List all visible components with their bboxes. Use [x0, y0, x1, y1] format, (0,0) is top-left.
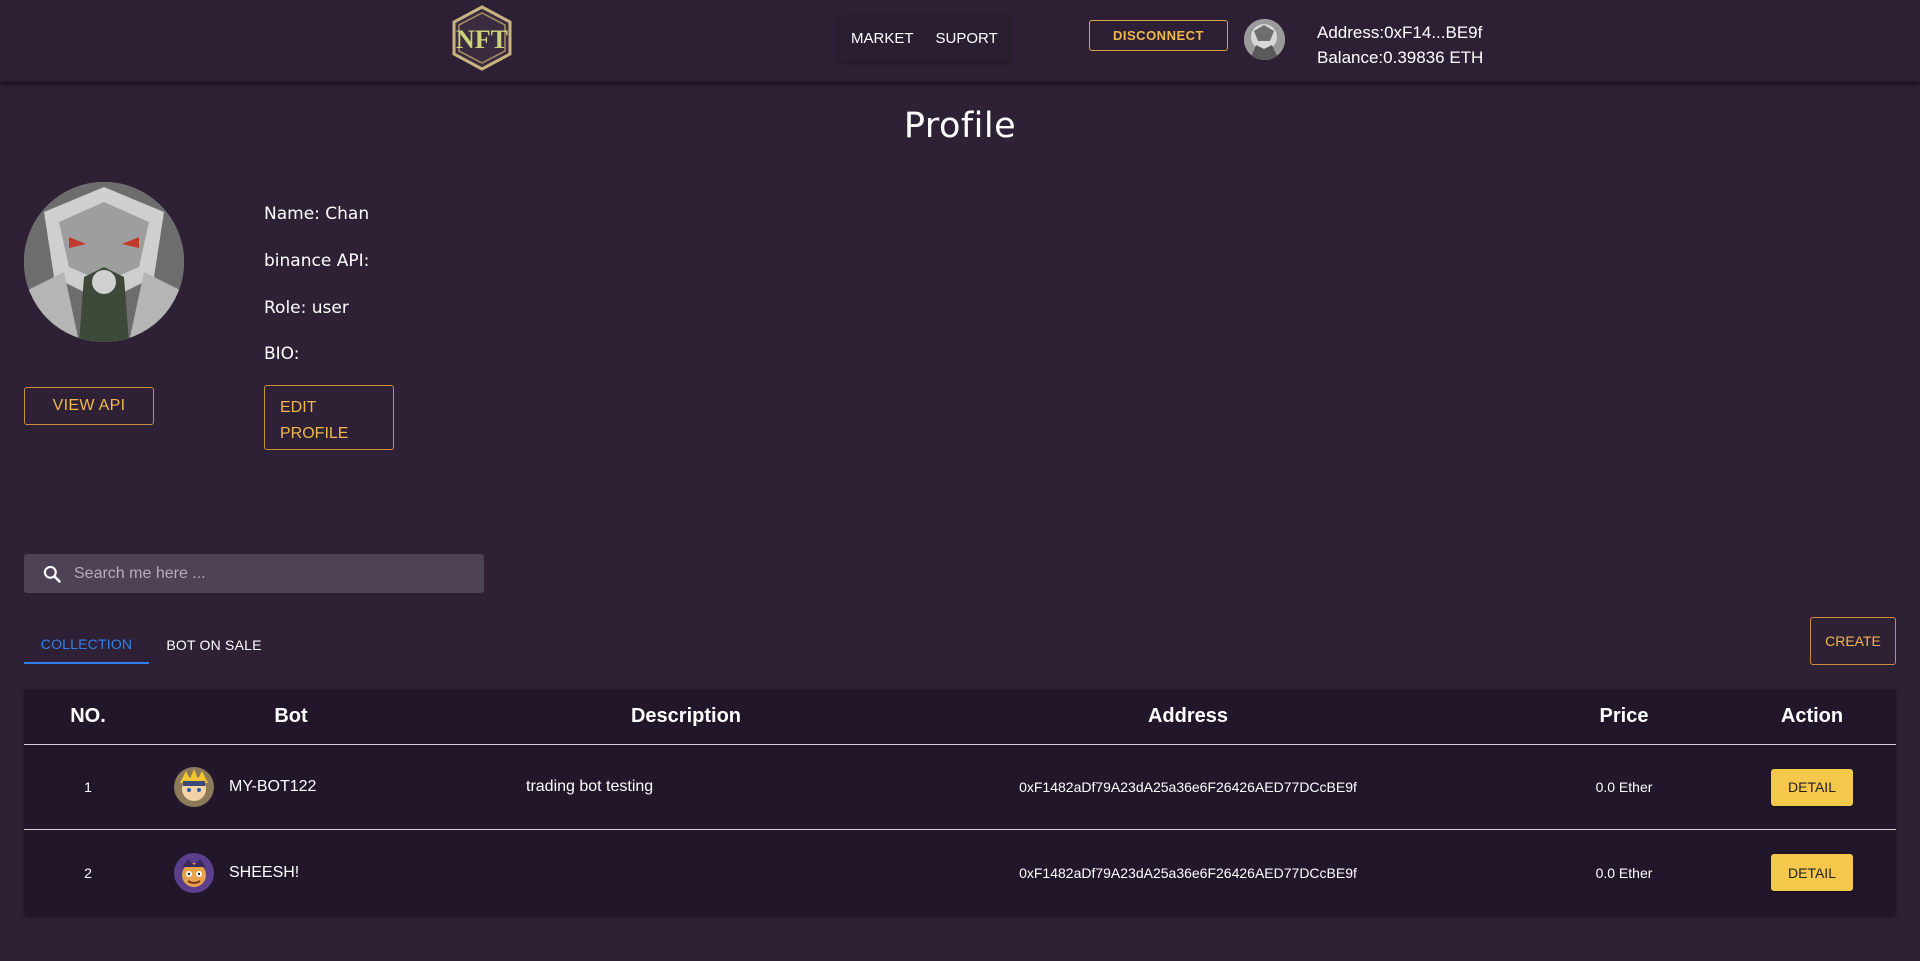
bot-description: [526, 830, 926, 915]
wallet-avatar[interactable]: [1244, 19, 1285, 60]
action-cell: DETAIL: [1728, 830, 1896, 915]
wallet-address: Address:0xF14...BE9f: [1317, 23, 1483, 42]
tab-collection[interactable]: COLLECTION: [24, 626, 149, 664]
col-header-bot: Bot: [274, 705, 308, 727]
bot-price: 0.0 Ether: [1595, 779, 1653, 795]
bot-name[interactable]: MY-BOT122: [229, 778, 316, 796]
row-number: 2: [84, 864, 92, 881]
wallet-balance: Balance:0.39836 ETH: [1317, 48, 1484, 67]
bot-avatar: [174, 767, 214, 807]
top-navbar: NFT MARKET SUPORT DISCONNECT Address:0xF…: [0, 0, 1920, 82]
bot-description: trading bot testing: [526, 778, 654, 795]
page-title: Profile: [903, 106, 1017, 146]
disconnect-button[interactable]: DISCONNECT: [1089, 20, 1228, 51]
nav-market[interactable]: MARKET: [840, 16, 925, 62]
main-nav: MARKET SUPORT: [840, 16, 1009, 62]
profile-bio: BIO:: [264, 344, 300, 364]
profile-avatar: [24, 182, 184, 342]
bot-address: 0xF1482aDf79A23dA25a36e6F26426AED77DCcBE…: [1019, 864, 1357, 881]
bots-table: NO. Bot Description Address Price Action…: [24, 689, 1896, 915]
bot-address: 0xF1482aDf79A23dA25a36e6F26426AED77DCcBE…: [1019, 779, 1357, 795]
row-number: 1: [84, 779, 92, 795]
detail-button[interactable]: DETAIL: [1771, 768, 1853, 806]
search-bar: [24, 554, 484, 593]
col-header-price: Price: [1599, 705, 1649, 727]
search-input[interactable]: [72, 563, 456, 584]
view-api-button[interactable]: VIEW API: [24, 387, 154, 425]
action-cell: DETAIL: [1728, 745, 1896, 829]
bot-cell: MY-BOT122: [174, 745, 474, 829]
wallet-info: Address:0xF14...BE9f Balance:0.39836 ETH: [1317, 20, 1483, 70]
bot-name[interactable]: SHEESH!: [229, 864, 299, 882]
profile-name: Name: Chan: [264, 204, 370, 224]
search-icon: [43, 565, 61, 583]
profile-role: Role: user: [264, 298, 349, 318]
col-header-description: Description: [630, 705, 742, 727]
detail-button[interactable]: DETAIL: [1771, 854, 1853, 891]
edit-profile-label-line2: PROFILE: [280, 424, 349, 442]
nav-support[interactable]: SUPORT: [925, 16, 1009, 62]
col-header-address: Address: [1147, 705, 1229, 727]
create-button[interactable]: CREATE: [1810, 617, 1896, 665]
tab-bot-on-sale[interactable]: BOT ON SALE: [150, 626, 278, 664]
edit-profile-button[interactable]: EDIT PROFILE: [264, 385, 394, 450]
bot-avatar: [174, 852, 214, 893]
edit-profile-label-line1: EDIT: [280, 398, 317, 416]
col-header-no: NO.: [70, 705, 106, 727]
nft-logo[interactable]: NFT: [450, 5, 514, 71]
table-row: 2 SHEESH! 0xF1482aDf79A23dA25a36e6F26426…: [24, 830, 1896, 915]
bot-cell: SHEESH!: [174, 830, 474, 915]
table-header-row: NO. Bot Description Address Price Action: [24, 689, 1896, 745]
table-row: 1 MY-BOT122 trading bot testing 0xF1482a…: [24, 745, 1896, 830]
logo-text: NFT: [456, 25, 508, 54]
col-header-action: Action: [1780, 705, 1844, 727]
profile-binance-api: binance API:: [264, 251, 370, 271]
bot-price: 0.0 Ether: [1595, 864, 1653, 881]
